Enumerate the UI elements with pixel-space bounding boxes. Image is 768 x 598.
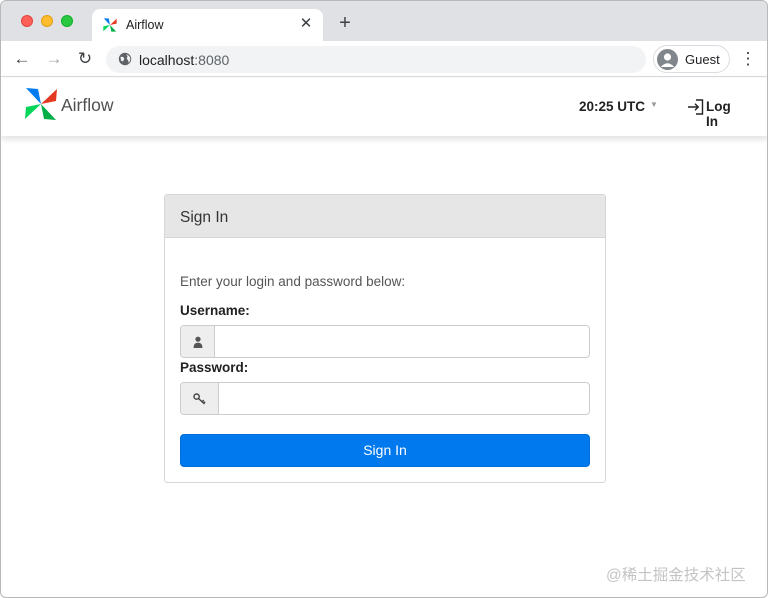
guest-avatar-icon [657, 49, 678, 70]
sign-in-button[interactable]: Sign In [180, 434, 590, 467]
password-label: Password: [180, 360, 249, 375]
user-icon [181, 326, 215, 357]
window-minimize-button[interactable] [41, 15, 53, 27]
forward-arrow-icon[interactable]: → [44, 49, 64, 69]
username-label: Username: [180, 303, 250, 318]
reload-icon[interactable]: ↻ [75, 49, 95, 69]
tab-title: Airflow [126, 18, 164, 32]
airflow-favicon-icon [103, 18, 117, 32]
password-input[interactable] [219, 383, 589, 414]
username-input-group [180, 325, 590, 358]
login-icon [688, 99, 704, 115]
globe-icon [118, 52, 132, 66]
tab-strip: Airflow ✕ + [1, 1, 767, 41]
airflow-navbar: Airflow 20:25 UTC ▼ Log In [1, 78, 767, 136]
new-tab-button[interactable]: + [334, 13, 356, 35]
profile-button[interactable]: Guest [653, 45, 730, 73]
url-text: localhost:8080 [139, 52, 229, 68]
airflow-logo-icon [25, 88, 57, 120]
password-input-group [180, 382, 590, 415]
profile-label: Guest [685, 52, 720, 67]
url-host: localhost [139, 52, 195, 68]
browser-menu-icon[interactable]: ⋮ [739, 49, 757, 69]
login-instructions: Enter your login and password below: [180, 274, 406, 289]
address-bar[interactable]: localhost:8080 [106, 46, 646, 73]
back-arrow-icon[interactable]: ← [12, 49, 32, 69]
login-label: Log In [706, 99, 731, 129]
brand-name: Airflow [61, 95, 114, 115]
browser-window: Airflow ✕ + ← → ↻ localhost:8080 Guest ⋮… [0, 0, 768, 598]
sign-in-panel: Sign In Enter your login and password be… [164, 194, 606, 483]
browser-toolbar: ← → ↻ localhost:8080 Guest ⋮ [1, 41, 767, 77]
watermark-text: @稀土掘金技术社区 [606, 567, 746, 584]
username-input[interactable] [215, 326, 589, 357]
key-icon [181, 383, 219, 414]
panel-title: Sign In [180, 209, 229, 226]
url-port: :8080 [194, 52, 230, 68]
panel-header: Sign In [165, 195, 605, 238]
browser-tab-airflow[interactable]: Airflow ✕ [92, 9, 323, 41]
tab-close-icon[interactable]: ✕ [297, 15, 315, 33]
clock-dropdown-caret-icon[interactable]: ▼ [650, 100, 658, 109]
window-close-button[interactable] [21, 15, 33, 27]
window-zoom-button[interactable] [61, 15, 73, 27]
utc-clock[interactable]: 20:25 UTC [579, 99, 645, 114]
